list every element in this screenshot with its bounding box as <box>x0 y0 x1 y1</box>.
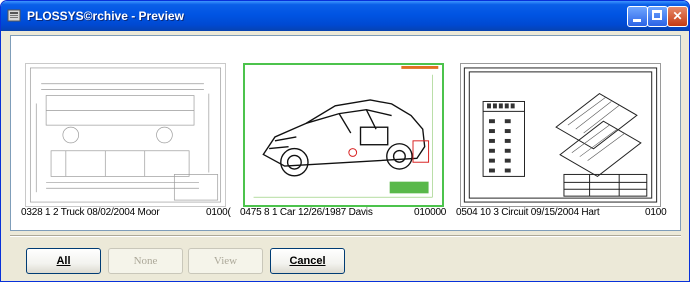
app-icon <box>7 9 21 22</box>
separator <box>10 235 681 237</box>
thumbnail-caption: 0328 1 2 Truck 08/02/2004 Moor <box>21 207 160 218</box>
window-title: PLOSSYS©rchive - Preview <box>27 9 184 23</box>
close-button[interactable]: ✕ <box>667 6 688 27</box>
minimize-button[interactable] <box>627 6 648 27</box>
thumbnail-circuit[interactable] <box>460 63 661 207</box>
thumbnail-caption-overflow: 0100( <box>206 207 231 218</box>
car-drawing-icon <box>253 65 439 198</box>
thumbnail-caption: 0475 8 1 Car 12/26/1987 Davis <box>240 207 373 218</box>
preview-window: PLOSSYS©rchive - Preview ✕ 0328 1 2 Truc… <box>0 0 690 282</box>
truck-drawing-icon <box>29 67 222 203</box>
cancel-button[interactable]: Cancel <box>270 248 345 274</box>
thumbnail-caption: 0504 10 3 Circuit 09/15/2004 Hart <box>456 207 600 218</box>
thumbnail-caption-overflow: 010000 <box>414 207 447 218</box>
maximize-button[interactable] <box>647 6 668 27</box>
thumbnail-caption-overflow: 0100 <box>645 207 667 218</box>
thumbnail-car[interactable] <box>243 63 444 207</box>
maximize-icon <box>652 10 662 20</box>
thumbnail-truck[interactable] <box>25 63 226 207</box>
none-button[interactable]: None <box>108 248 183 274</box>
minimize-icon <box>633 19 641 22</box>
circuit-drawing-icon <box>463 67 658 203</box>
all-button[interactable]: All <box>26 248 101 274</box>
title-bar[interactable]: PLOSSYS©rchive - Preview ✕ <box>1 1 689 31</box>
close-icon: ✕ <box>672 9 683 23</box>
view-button[interactable]: View <box>188 248 263 274</box>
preview-panel[interactable]: 0328 1 2 Truck 08/02/2004 Moor 0100(047… <box>10 35 681 231</box>
